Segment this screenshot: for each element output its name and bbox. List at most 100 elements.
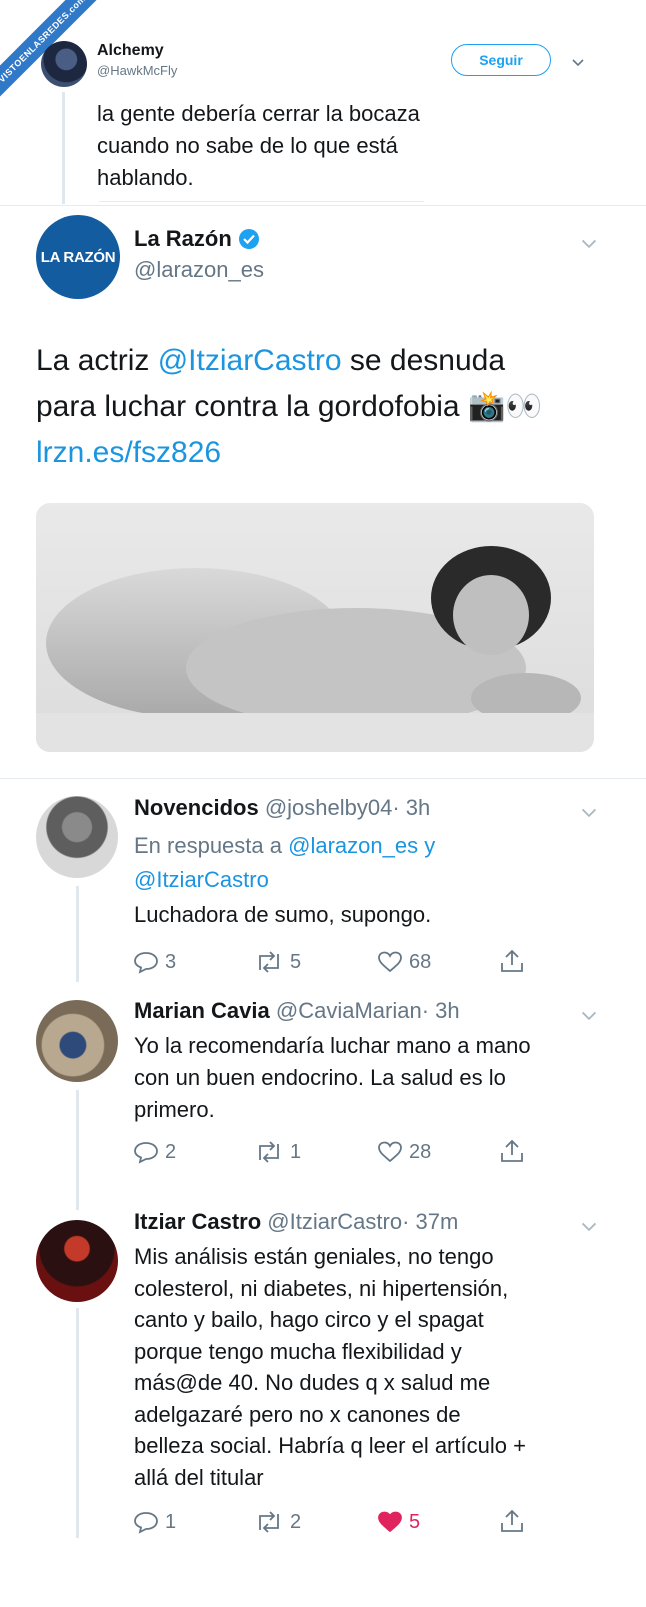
reply-header: Novencidos @joshelby04· 3h — [134, 795, 430, 821]
retweet-action[interactable]: 1 — [254, 1140, 301, 1164]
heart-icon — [378, 1141, 402, 1163]
tweet-text-line: porque tengo mucha flexibilidad y — [134, 1338, 462, 1364]
thread-line — [76, 886, 79, 982]
verified-badge-icon — [238, 229, 259, 249]
reply-count: 1 — [165, 1510, 177, 1533]
reply-context-label: En respuesta a — [134, 833, 282, 858]
tweet-text-line: Yo la recomendaría luchar mano a mano — [134, 1033, 531, 1058]
author-handle[interactable]: @larazon_es — [134, 257, 264, 283]
like-count: 28 — [409, 1140, 432, 1163]
text-segment: se desnuda — [341, 344, 506, 377]
tweet-text-line: Mis análisis están geniales, no tengo — [134, 1244, 494, 1269]
retweet-count: 5 — [290, 950, 302, 973]
author-line: La Razón — [134, 226, 260, 252]
retweet-icon — [259, 951, 279, 973]
author-name[interactable]: Novencidos — [134, 795, 259, 820]
timestamp[interactable]: · 3h — [392, 795, 430, 820]
tweet-text-line: adelgazaré pero no x canones de — [134, 1401, 461, 1427]
thread-line — [62, 92, 65, 204]
reply-icon — [134, 952, 158, 974]
tweet-photo[interactable] — [36, 503, 594, 752]
like-count: 5 — [409, 1510, 421, 1533]
tweet-text-line: cuando no sabe de lo que está — [97, 133, 398, 158]
author-handle[interactable]: @CaviaMarian — [276, 998, 422, 1023]
tweet-text-line: Luchadora de sumo, supongo. — [134, 902, 432, 927]
author-handle[interactable]: @joshelby04 — [265, 795, 393, 820]
author-handle[interactable]: @HawkMcFly — [97, 63, 177, 78]
author-name[interactable]: Alchemy — [97, 42, 164, 60]
share-action[interactable] — [499, 1508, 525, 1534]
follow-button[interactable]: Seguir — [451, 44, 551, 76]
avatar-alchemy[interactable] — [41, 41, 87, 87]
reply-count: 3 — [165, 950, 177, 973]
reply-icon — [134, 1512, 158, 1534]
mention-link[interactable]: @ItziarCastro — [134, 867, 269, 892]
follow-button-label: Seguir — [479, 52, 523, 68]
thread-line — [76, 1090, 79, 1210]
tweet-text-line: la gente debería cerrar la bocaza — [97, 101, 420, 126]
avatar-itziar-castro[interactable] — [36, 1220, 118, 1302]
reply-count: 2 — [165, 1140, 177, 1163]
like-action[interactable]: 5 — [377, 1510, 420, 1534]
retweet-action[interactable]: 5 — [254, 950, 301, 974]
retweet-count: 2 — [290, 1510, 302, 1533]
tweet-text-line: canto y bailo, hago circo y el spagat — [134, 1307, 484, 1332]
reply-icon — [134, 1142, 158, 1164]
avatar-la-razon[interactable]: LA RAZÓN — [36, 215, 120, 299]
author-name[interactable]: La Razón — [134, 226, 232, 252]
share-icon — [501, 949, 523, 972]
thread-line — [76, 1308, 79, 1538]
avatar-marian-cavia[interactable] — [36, 1000, 118, 1082]
reply-action[interactable]: 1 — [133, 1510, 176, 1534]
timestamp[interactable]: · 3h — [422, 998, 460, 1023]
retweet-action[interactable]: 2 — [254, 1510, 301, 1534]
tweet-text-line: hablando. — [97, 165, 194, 190]
chevron-down-icon[interactable] — [571, 55, 585, 69]
retweet-icon — [259, 1511, 279, 1533]
chevron-down-icon[interactable] — [580, 1217, 598, 1235]
reply-context: En respuesta a @larazon_es y @ItziarCast… — [134, 829, 604, 897]
chevron-down-icon[interactable] — [580, 1006, 598, 1024]
share-action[interactable] — [499, 948, 525, 974]
reply-action[interactable]: 2 — [133, 1140, 176, 1164]
like-count: 68 — [409, 950, 432, 973]
tweet-text: Yo la recomendaría luchar mano a mano co… — [134, 1030, 614, 1126]
tweet-text-line: allá del titular — [134, 1464, 264, 1490]
retweet-count: 1 — [290, 1140, 302, 1163]
tweet-text-line: colesterol, ni diabetes, ni hipertensión… — [134, 1275, 509, 1301]
reply-context-and: y — [424, 833, 436, 858]
chevron-down-icon[interactable] — [580, 803, 598, 821]
chevron-down-icon[interactable] — [580, 234, 598, 252]
mention-link[interactable]: @larazon_es — [288, 833, 418, 858]
tweet-text-line: La actriz @ItziarCastro se desnuda — [36, 338, 626, 384]
author-handle[interactable]: @ItziarCastro — [267, 1209, 402, 1234]
author-name[interactable]: Itziar Castro — [134, 1209, 261, 1234]
share-icon — [501, 1139, 523, 1162]
reply-header: Marian Cavia @CaviaMarian· 3h — [134, 998, 460, 1024]
tweet-text: La actriz @ItziarCastro se desnuda para … — [36, 338, 626, 476]
tweet-text-line: para luchar contra la gordofobia 📸👀 — [36, 390, 543, 423]
tweet-text-line: primero. — [134, 1097, 215, 1122]
timestamp[interactable]: · 37m — [402, 1209, 458, 1234]
divider — [99, 201, 424, 202]
mention-link[interactable]: @ItziarCastro — [158, 344, 342, 377]
reply-action[interactable]: 3 — [133, 950, 176, 974]
article-link[interactable]: lrzn.es/fsz826 — [36, 430, 626, 476]
like-action[interactable]: 68 — [377, 950, 431, 974]
heart-filled-icon — [378, 1511, 402, 1533]
divider — [0, 205, 646, 206]
avatar-novencidos[interactable] — [36, 796, 118, 878]
share-action[interactable] — [499, 1138, 525, 1164]
author-name[interactable]: Marian Cavia — [134, 998, 270, 1023]
photo-figure — [36, 546, 594, 752]
reply-header: Itziar Castro @ItziarCastro· 37m — [134, 1209, 458, 1235]
divider — [0, 778, 646, 779]
like-action[interactable]: 28 — [377, 1140, 431, 1164]
retweet-icon — [259, 1141, 279, 1163]
tweet-text: Luchadora de sumo, supongo. — [134, 899, 431, 931]
heart-icon — [378, 951, 402, 973]
text-segment: La actriz — [36, 344, 158, 377]
share-icon — [501, 1509, 523, 1532]
tweet-text-line: más@de 40. No dudes q x salud me — [134, 1370, 491, 1395]
tweet-text-line: con un buen endocrino. La salud es lo — [134, 1065, 506, 1090]
